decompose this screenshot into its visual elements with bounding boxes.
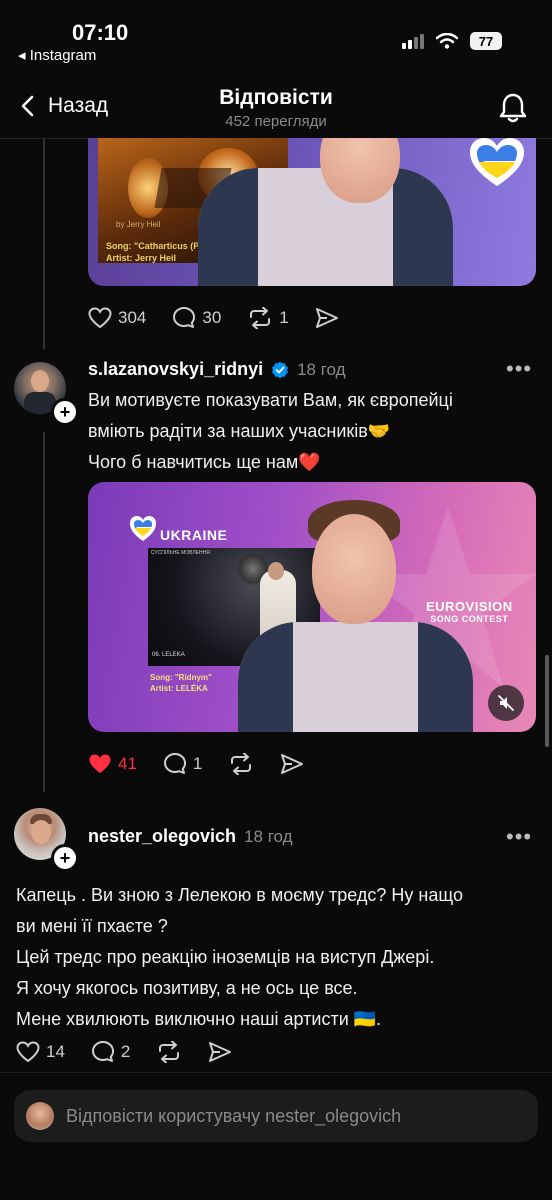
like-button[interactable]: 304 — [88, 307, 146, 329]
repost-icon — [250, 307, 271, 329]
like-count: 41 — [118, 754, 137, 773]
comment-count: 2 — [120, 1042, 131, 1061]
song-title: Song: "Ridnym" — [150, 673, 212, 682]
more-options-button[interactable]: ••• — [506, 356, 532, 382]
post-text-line: Цей тредс про реакцію іноземців на висту… — [16, 947, 435, 967]
post-text: Капець . Ви зною з Лелекою в моєму тредс… — [16, 880, 541, 1035]
person-figure — [198, 168, 453, 286]
running-order: 06. LELEKA — [152, 652, 185, 658]
post-text-line: ви мені її пхаєте ? — [16, 916, 168, 936]
comment-icon — [173, 307, 196, 328]
person-face — [312, 514, 396, 624]
signal-icon — [402, 34, 424, 49]
speaker-muted-icon — [498, 695, 514, 711]
post3-actions: 14 2 — [16, 1040, 258, 1064]
country-label: UKRAINE — [160, 527, 228, 543]
reply-divider — [0, 1072, 552, 1073]
eurovision-wordmark: EUROVISION — [426, 599, 513, 614]
views-count: 452 перегляди — [225, 113, 327, 130]
shirt-sleeve — [198, 168, 258, 286]
post-text-line: Капець . Ви зною з Лелекою в моєму тредс… — [16, 885, 463, 905]
broadcaster-logo: СУСПІЛЬНЕ МОВЛЕННЯ — [151, 550, 210, 556]
post-text: Ви мотивуєте показувати Вам, як європейц… — [88, 385, 538, 478]
song-caption: Song: "Ridnym" Artist: LELĖKA — [150, 672, 212, 694]
shirt-sleeve — [418, 622, 473, 732]
post-time: 18 год — [244, 826, 293, 846]
post-text-line: Я хочу якогось позитиву, а не ось це все… — [16, 978, 358, 998]
reply-input[interactable]: Відповісти користувачу nester_olegovich — [14, 1090, 538, 1142]
comment-button[interactable]: 2 — [91, 1040, 130, 1064]
heart-icon — [16, 1041, 40, 1063]
repost-button[interactable] — [156, 1041, 182, 1063]
song-artist: Artist: LELĖKA — [150, 684, 208, 693]
post1-actions: 304 30 1 — [88, 306, 365, 330]
singer-face — [268, 562, 284, 580]
verified-badge-icon — [272, 361, 289, 378]
comment-count: 1 — [192, 754, 203, 773]
comment-icon — [91, 1041, 114, 1062]
shirt-sleeve — [238, 622, 293, 732]
ukraine-heart-logo — [130, 516, 156, 541]
send-icon — [315, 308, 338, 328]
post-text-line: Мене хвилюють виключно наші артисти 🇺🇦. — [16, 1009, 382, 1029]
username[interactable]: s.lazanovskyi_ridnyi — [88, 359, 263, 380]
repost-button[interactable]: 1 — [247, 307, 289, 329]
song-artist: Artist: Jerry Heil — [106, 253, 177, 263]
mute-button[interactable] — [488, 685, 524, 721]
username[interactable]: nester_olegovich — [88, 826, 236, 847]
repost-button[interactable] — [228, 753, 254, 775]
send-icon — [209, 1042, 232, 1062]
post-text-line: вміють радіти за наших учасників🤝 — [88, 421, 391, 441]
comment-button[interactable]: 1 — [163, 752, 202, 776]
like-button[interactable]: 14 — [16, 1041, 65, 1063]
scrollbar[interactable] — [545, 655, 549, 747]
comment-icon — [163, 753, 186, 774]
avatar-face — [31, 820, 51, 844]
avatar-face — [31, 370, 49, 392]
share-button[interactable] — [315, 307, 339, 329]
thread-connector — [43, 139, 45, 349]
song-title: Song: "Catharticus (P — [106, 241, 200, 251]
repost-count: 1 — [279, 308, 289, 327]
share-button[interactable] — [208, 1041, 232, 1063]
more-options-button[interactable]: ••• — [506, 824, 532, 850]
repost-icon — [231, 753, 252, 775]
repost-icon — [159, 1041, 180, 1063]
song-caption: Song: "Catharticus (P Artist: Jerry Heil — [106, 240, 199, 264]
post-video-thumbnail[interactable]: by Jerry Heil Song: "Catharticus (P Arti… — [88, 138, 536, 286]
post-text-line: Чого б навчитись ще нам❤️ — [88, 452, 321, 472]
post-time: 18 год — [297, 359, 346, 379]
heart-filled-icon — [89, 754, 111, 773]
reply-placeholder: Відповісти користувачу nester_olegovich — [66, 1105, 402, 1126]
comment-button[interactable]: 30 — [172, 306, 221, 330]
like-button[interactable]: 41 — [88, 753, 137, 775]
bell-icon[interactable] — [498, 92, 528, 124]
like-count: 14 — [46, 1042, 65, 1061]
comment-count: 30 — [202, 308, 222, 327]
post3-meta: nester_olegovich 18 год — [88, 826, 293, 847]
eurovision-logo: EUROVISION SONG CONTEST — [426, 599, 513, 624]
battery-indicator: 77 — [470, 32, 502, 50]
video-credit: by Jerry Heil — [116, 220, 161, 229]
send-icon — [281, 754, 304, 774]
follow-plus-button[interactable]: + — [51, 398, 79, 426]
post2-meta: s.lazanovskyi_ridnyi 18 год — [88, 359, 346, 380]
status-time: 07:10 — [72, 20, 129, 45]
follow-plus-button[interactable]: + — [51, 844, 79, 872]
page-title: Відповісти — [219, 86, 333, 109]
wifi-icon — [436, 33, 458, 49]
post2-actions: 41 1 — [88, 752, 330, 776]
heart-icon — [88, 307, 112, 329]
person-figure — [238, 622, 473, 732]
reply-avatar — [26, 1102, 54, 1130]
shirt-sleeve — [393, 168, 453, 286]
share-button[interactable] — [280, 753, 304, 775]
back-to-app-link[interactable]: ◂ Instagram — [18, 46, 96, 64]
ukraine-heart-logo — [470, 138, 524, 186]
post-text-line: Ви мотивуєте показувати Вам, як європейц… — [88, 390, 453, 410]
post-video-thumbnail[interactable]: UKRAINE СУСПІЛЬНЕ МОВЛЕННЯ 06. LELEKA So… — [88, 482, 536, 732]
like-count: 304 — [118, 308, 147, 327]
status-icons: 77 — [402, 32, 502, 50]
thread-connector — [43, 432, 45, 792]
